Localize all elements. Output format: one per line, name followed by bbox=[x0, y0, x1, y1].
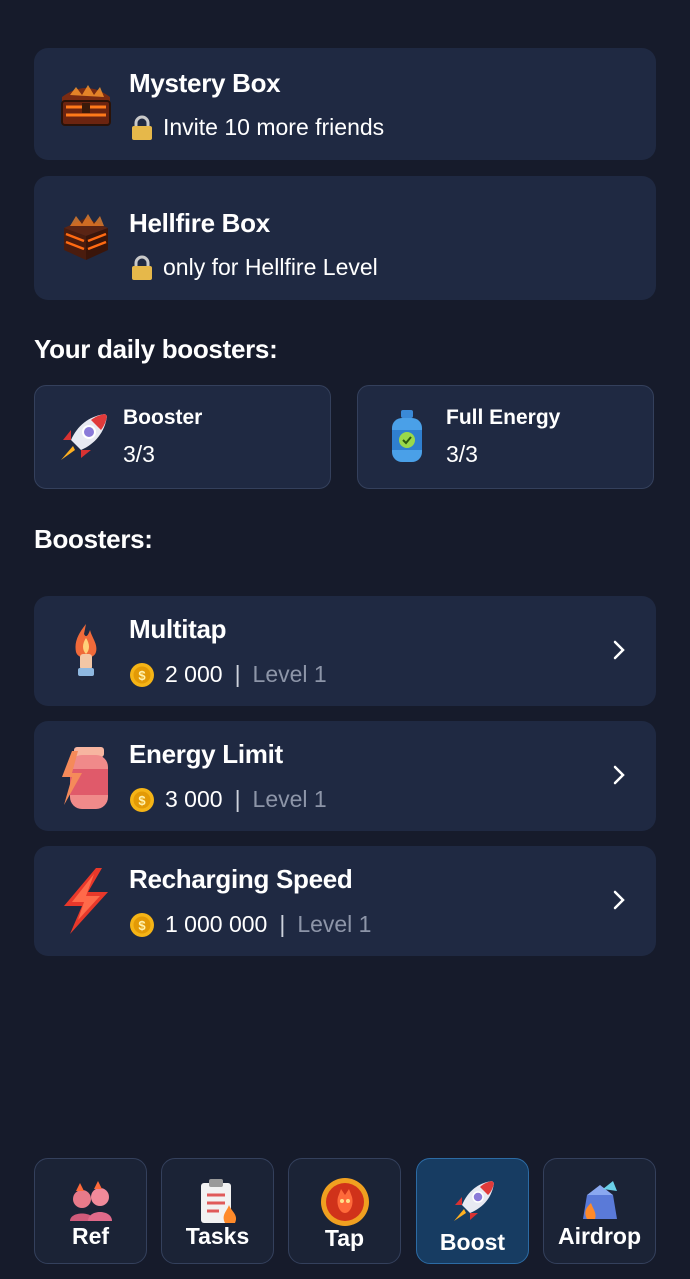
booster-level: Level 1 bbox=[297, 911, 372, 937]
booster-price-row: $ 1 000 000 | Level 1 bbox=[129, 911, 371, 938]
svg-text:$: $ bbox=[138, 668, 146, 683]
coin-icon: $ bbox=[130, 912, 154, 937]
chevron-right-icon bbox=[613, 640, 625, 660]
booster-multitap-card[interactable]: Multitap $ 2 000 | Level 1 bbox=[34, 596, 656, 706]
box-subtitle-row: only for Hellfire Level bbox=[129, 254, 378, 281]
booster-price-row: $ 3 000 | Level 1 bbox=[129, 786, 327, 813]
separator: | bbox=[234, 661, 241, 687]
rocket-icon bbox=[61, 414, 107, 460]
separator: | bbox=[234, 786, 241, 812]
daily-booster-card[interactable]: Booster 3/3 bbox=[34, 385, 331, 489]
nav-tap[interactable]: Tap bbox=[288, 1158, 401, 1264]
nav-airdrop[interactable]: Airdrop bbox=[543, 1158, 656, 1264]
svg-text:$: $ bbox=[138, 793, 146, 808]
chevron-right-icon bbox=[613, 890, 625, 910]
booster-price: 1 000 000 bbox=[165, 911, 268, 937]
coin-icon: $ bbox=[130, 662, 154, 687]
box-subtitle: Invite 10 more friends bbox=[163, 114, 385, 140]
nav-label: Tasks bbox=[185, 1223, 250, 1249]
nav-label: Ref bbox=[71, 1223, 110, 1249]
booster-level: Level 1 bbox=[252, 661, 327, 687]
booster-name: Multitap bbox=[129, 614, 227, 644]
tap-coin-icon bbox=[320, 1178, 369, 1226]
gas-canister-icon bbox=[392, 410, 422, 462]
booster-name: Energy Limit bbox=[129, 739, 283, 769]
box-title: Mystery Box bbox=[129, 68, 281, 98]
booster-price: 3 000 bbox=[165, 786, 223, 812]
daily-booster-name: Full Energy bbox=[446, 406, 561, 429]
nav-label: Tap bbox=[324, 1225, 365, 1251]
lock-icon bbox=[132, 115, 152, 140]
rocket-icon bbox=[453, 1181, 494, 1221]
booster-price: 2 000 bbox=[165, 661, 223, 687]
booster-price-row: $ 2 000 | Level 1 bbox=[129, 661, 327, 688]
booster-name: Recharging Speed bbox=[129, 864, 353, 894]
nav-label: Airdrop bbox=[557, 1223, 642, 1249]
nav-ref[interactable]: Ref bbox=[34, 1158, 147, 1264]
box-subtitle-row: Invite 10 more friends bbox=[129, 114, 384, 141]
boosters-heading: Boosters: bbox=[34, 524, 153, 554]
clipboard-icon bbox=[200, 1179, 236, 1223]
battery-bolt-icon bbox=[62, 747, 108, 809]
booster-energy-limit-card[interactable]: Energy Limit $ 3 000 | Level 1 bbox=[34, 721, 656, 831]
daily-full-energy-card[interactable]: Full Energy 3/3 bbox=[357, 385, 654, 489]
separator: | bbox=[279, 911, 286, 937]
booster-level: Level 1 bbox=[252, 786, 327, 812]
daily-booster-name: Booster bbox=[123, 406, 203, 429]
coin-icon: $ bbox=[130, 787, 154, 812]
box-title: Hellfire Box bbox=[129, 208, 270, 238]
airdrop-icon bbox=[582, 1181, 617, 1219]
daily-booster-count: 3/3 bbox=[446, 441, 478, 467]
box-subtitle: only for Hellfire Level bbox=[163, 254, 378, 280]
daily-boosters-heading: Your daily boosters: bbox=[34, 334, 278, 364]
daily-booster-count: 3/3 bbox=[123, 441, 155, 467]
treasure-chest-icon bbox=[61, 85, 111, 126]
lightning-icon bbox=[64, 868, 108, 934]
nav-tasks[interactable]: Tasks bbox=[161, 1158, 274, 1264]
hellfire-box-card[interactable]: Hellfire Box only for Hellfire Level bbox=[34, 176, 656, 300]
nav-label: Boost bbox=[439, 1229, 506, 1255]
flame-hand-icon bbox=[75, 624, 97, 676]
mystery-box-card[interactable]: Mystery Box Invite 10 more friends bbox=[34, 48, 656, 160]
hellfire-chest-icon bbox=[64, 214, 108, 260]
svg-text:$: $ bbox=[138, 918, 146, 933]
booster-recharging-speed-card[interactable]: Recharging Speed $ 1 000 000 | Level 1 bbox=[34, 846, 656, 956]
nav-boost[interactable]: Boost bbox=[416, 1158, 529, 1264]
friends-icon bbox=[69, 1181, 112, 1221]
chevron-right-icon bbox=[613, 765, 625, 785]
lock-icon bbox=[132, 255, 152, 280]
